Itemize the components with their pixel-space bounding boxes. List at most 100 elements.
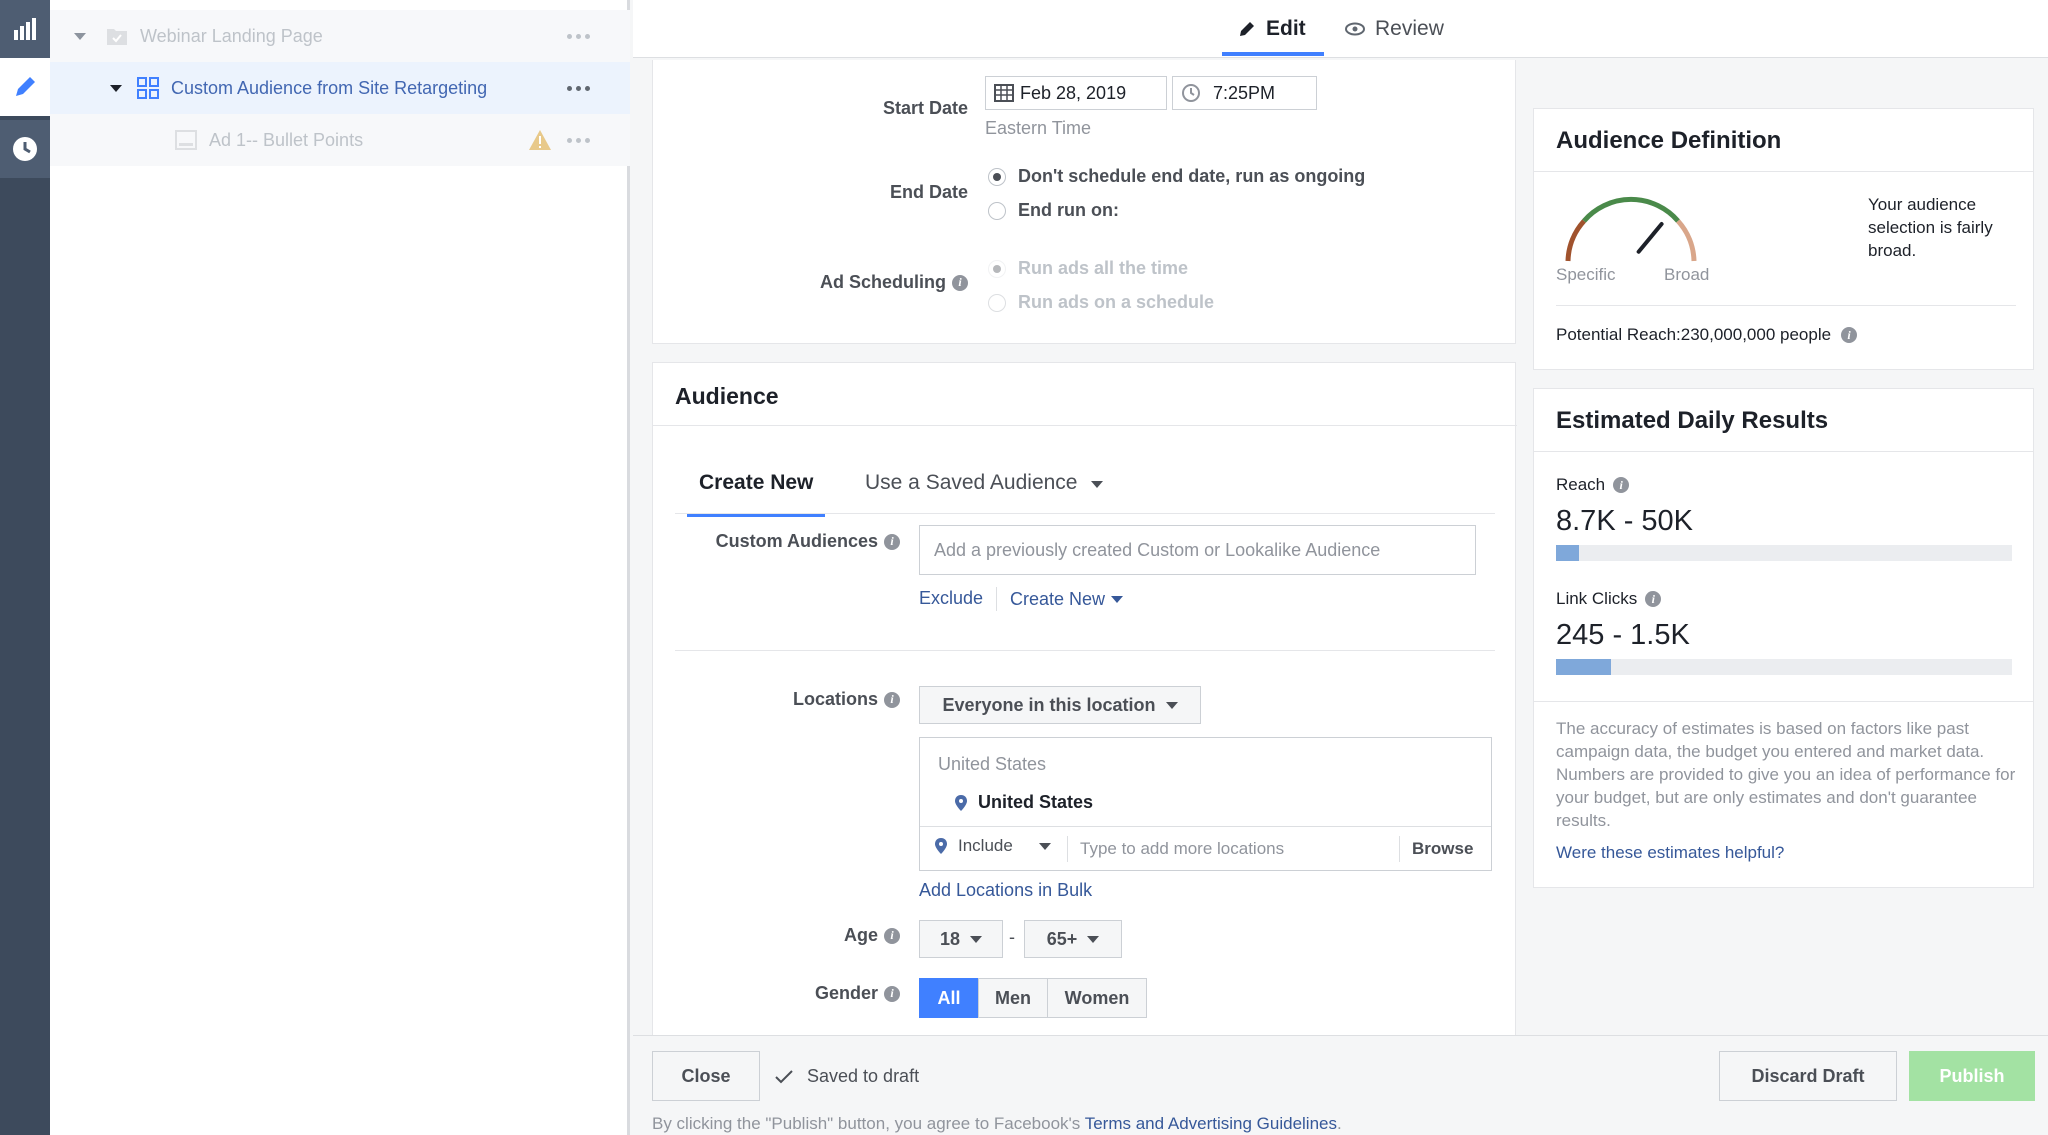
age-max-dropdown[interactable]: 65+ [1024, 920, 1122, 958]
label-text: Link Clicks [1556, 589, 1638, 608]
discard-draft-button[interactable]: Discard Draft [1719, 1051, 1897, 1101]
potential-reach: Potential Reach:230,000,000 people i [1556, 325, 1858, 345]
audience-card: Audience Create New Use a Saved Audience… [652, 362, 1517, 1052]
collapse-caret-icon[interactable] [110, 84, 122, 92]
tab-label: Use a Saved Audience [865, 471, 1078, 494]
gender-men-button[interactable]: Men [978, 978, 1048, 1018]
divider [653, 425, 1517, 426]
tree-item-ad[interactable]: Ad 1-- Bullet Points [50, 114, 630, 166]
reach-value: 8.7K - 50K [1556, 505, 1694, 537]
terms-notice: By clicking the "Publish" button, you ag… [652, 1114, 1342, 1134]
radio-end-ongoing[interactable]: Don't schedule end date, run as ongoing [988, 166, 1365, 187]
label-text: Locations [792, 689, 878, 709]
tab-edit[interactable]: Edit [1222, 0, 1324, 58]
tree-item-label: Custom Audience from Site Retargeting [171, 77, 488, 98]
label-text: Gender [814, 983, 878, 1003]
edit-pencil-icon[interactable] [0, 58, 50, 116]
age-min-dropdown[interactable]: 18 [919, 920, 1003, 958]
potential-reach-text: Potential Reach:230,000,000 people [1556, 325, 1832, 344]
ad-preview-icon [175, 130, 197, 150]
locations-search-input[interactable]: Type to add more locations [1080, 839, 1284, 859]
audience-breadth-note: Your audience selection is fairly broad. [1868, 195, 1993, 260]
info-icon[interactable]: i [884, 533, 900, 550]
info-icon[interactable]: i [884, 927, 900, 944]
map-pin-icon [935, 838, 947, 854]
add-locations-bulk-link[interactable]: Add Locations in Bulk [919, 880, 1092, 901]
selected-location[interactable]: United States [954, 792, 1093, 813]
reach-bar-fill [1556, 545, 1579, 561]
link-text: Create New [1010, 589, 1106, 609]
audience-definition-card: Audience Definition Specific Broad Your … [1533, 108, 2034, 370]
tree-item-adset[interactable]: Custom Audience from Site Retargeting [50, 62, 630, 114]
include-dropdown[interactable]: Include [934, 836, 1051, 856]
clock-icon [1182, 84, 1200, 102]
create-new-dropdown[interactable]: Create New [1010, 589, 1124, 610]
estimates-helpful-link[interactable]: Were these estimates helpful? [1556, 843, 1784, 863]
terms-suffix: . [1337, 1114, 1342, 1133]
info-icon[interactable]: i [884, 691, 900, 708]
radio-label: Don't schedule end date, run as ongoing [1018, 166, 1366, 186]
radio-run-all-time[interactable]: Run ads all the time [988, 258, 1188, 279]
map-pin-icon [955, 794, 967, 811]
estimates-disclaimer: The accuracy of estimates is based on fa… [1556, 719, 2016, 830]
publish-button[interactable]: Publish [1909, 1051, 2035, 1101]
dropdown-label: 18 [939, 928, 961, 949]
location-mode-dropdown[interactable]: Everyone in this location [919, 686, 1201, 724]
tab-review[interactable]: Review [1345, 0, 1444, 58]
link-clicks-bar-fill [1556, 659, 1611, 675]
info-icon[interactable]: i [1841, 327, 1858, 343]
close-button[interactable]: Close [652, 1051, 760, 1101]
exclude-link[interactable]: Exclude [919, 588, 983, 609]
more-options-icon[interactable] [567, 137, 590, 143]
info-icon[interactable]: i [1613, 477, 1630, 493]
audience-title: Audience [675, 383, 779, 409]
tab-create-new[interactable]: Create New [687, 471, 826, 517]
start-time-value: 7:25PM [1213, 82, 1276, 103]
history-clock-icon[interactable] [0, 120, 50, 178]
divider [675, 650, 1495, 651]
info-icon[interactable]: i [952, 274, 968, 291]
edit-review-tabs: Edit Review [633, 0, 2048, 58]
tab-edit-label: Edit [1266, 17, 1306, 40]
checkmark-icon [775, 1069, 793, 1083]
tab-review-label: Review [1375, 17, 1444, 40]
include-label: Include [958, 836, 1013, 855]
audience-definition-title: Audience Definition [1556, 127, 1782, 154]
tab-label: Create New [699, 471, 814, 494]
audience-size-gauge [1565, 197, 1697, 262]
gauge-specific-label: Specific [1556, 265, 1616, 284]
radio-label: End run on: [1018, 200, 1119, 220]
radio-end-run-on[interactable]: End run on: [988, 200, 1119, 221]
gender-all-button[interactable]: All [919, 978, 979, 1018]
info-icon[interactable]: i [884, 985, 900, 1002]
footer-bar: Close Saved to draft Discard Draft Publi… [633, 1035, 2048, 1135]
ad-scheduling-text: Ad Scheduling [820, 272, 946, 292]
radio-label: Run ads on a schedule [1018, 292, 1215, 312]
gender-women-button[interactable]: Women [1047, 978, 1147, 1018]
estimated-results-title: Estimated Daily Results [1556, 407, 1829, 434]
estimated-results-card: Estimated Daily Results Reach i 8.7K - 5… [1533, 388, 2034, 888]
info-icon[interactable]: i [1645, 591, 1662, 607]
tab-saved-audience[interactable]: Use a Saved Audience [865, 471, 1104, 517]
label-text: Age [843, 925, 878, 945]
reach-label: Reach i [1556, 475, 1630, 495]
radio-run-on-schedule[interactable]: Run ads on a schedule [988, 292, 1214, 313]
chevron-down-icon [1091, 481, 1104, 488]
saved-text: Saved to draft [807, 1066, 920, 1086]
gauge-broad-label: Broad [1664, 265, 1710, 284]
tree-item-label: Webinar Landing Page [140, 25, 323, 46]
collapse-caret-icon[interactable] [74, 32, 86, 40]
start-date-field[interactable]: Feb 28, 2019 [985, 76, 1167, 110]
location-name: United States [978, 792, 1094, 812]
gender-label: Gender i [653, 983, 900, 1004]
more-options-icon[interactable] [567, 33, 590, 39]
terms-link[interactable]: Terms and Advertising Guidelines [1085, 1114, 1337, 1133]
custom-audiences-label: Custom Audiences i [653, 531, 900, 552]
tree-item-campaign[interactable]: Webinar Landing Page [50, 10, 630, 62]
reports-icon[interactable] [0, 0, 50, 58]
custom-audience-input[interactable]: Add a previously created Custom or Looka… [919, 525, 1476, 575]
start-time-field[interactable]: 7:25PM [1172, 76, 1317, 110]
label-text: Reach [1556, 475, 1606, 494]
browse-button[interactable]: Browse [1412, 839, 1473, 859]
more-options-icon[interactable] [567, 85, 590, 91]
